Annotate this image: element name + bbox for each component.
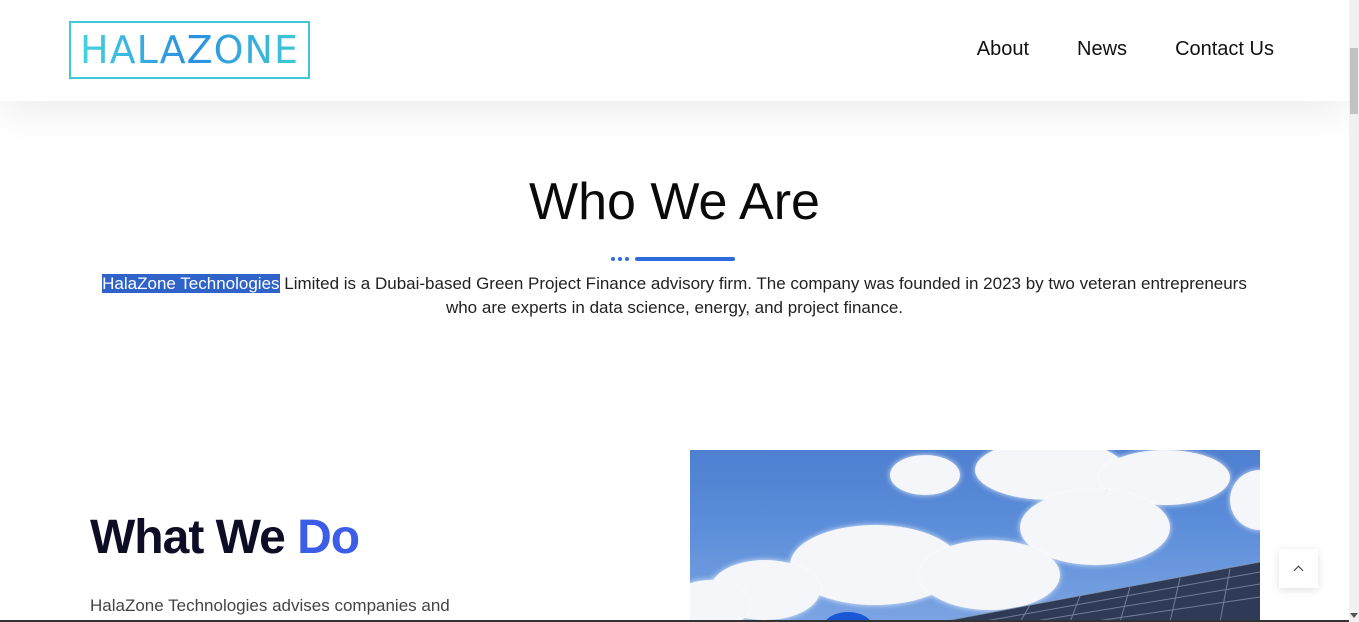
what-we-do-title: What We Do (90, 510, 360, 565)
section-divider (611, 257, 735, 261)
divider-dot (625, 257, 629, 261)
who-we-are-title: Who We Are (529, 173, 820, 231)
site-header: HALAZONE About News Contact Us (0, 0, 1349, 101)
what-title-accent: Do (297, 511, 360, 564)
what-we-do-paragraph: HalaZone Technologies advises companies … (90, 596, 450, 615)
nav-contact-us[interactable]: Contact Us (1175, 38, 1274, 61)
divider-bar (635, 257, 735, 261)
page-scrollbar[interactable] (1349, 0, 1359, 622)
scroll-to-top-button[interactable] (1279, 549, 1318, 588)
solar-panels (825, 561, 1260, 622)
logo[interactable]: HALAZONE (69, 21, 310, 79)
selected-text: HalaZone Technologies (102, 274, 280, 293)
scroll-down-arrow-icon[interactable] (1350, 613, 1358, 618)
page: HALAZONE About News Contact Us Who We Ar… (0, 0, 1359, 622)
nav-about[interactable]: About (977, 38, 1029, 61)
solar-panels-image (690, 450, 1260, 622)
who-we-are-paragraph: HalaZone Technologies Limited is a Dubai… (100, 272, 1249, 320)
divider-dot (611, 257, 615, 261)
logo-text: HALAZONE (80, 28, 299, 72)
what-title-main: What We (90, 511, 298, 564)
chevron-up-icon (1293, 565, 1304, 576)
who-we-are-text: Limited is a Dubai-based Green Project F… (279, 274, 1247, 317)
divider-dot (618, 257, 622, 261)
nav-news[interactable]: News (1077, 38, 1127, 61)
main-nav: About News Contact Us (977, 38, 1274, 61)
scrollbar-thumb[interactable] (1350, 48, 1358, 114)
